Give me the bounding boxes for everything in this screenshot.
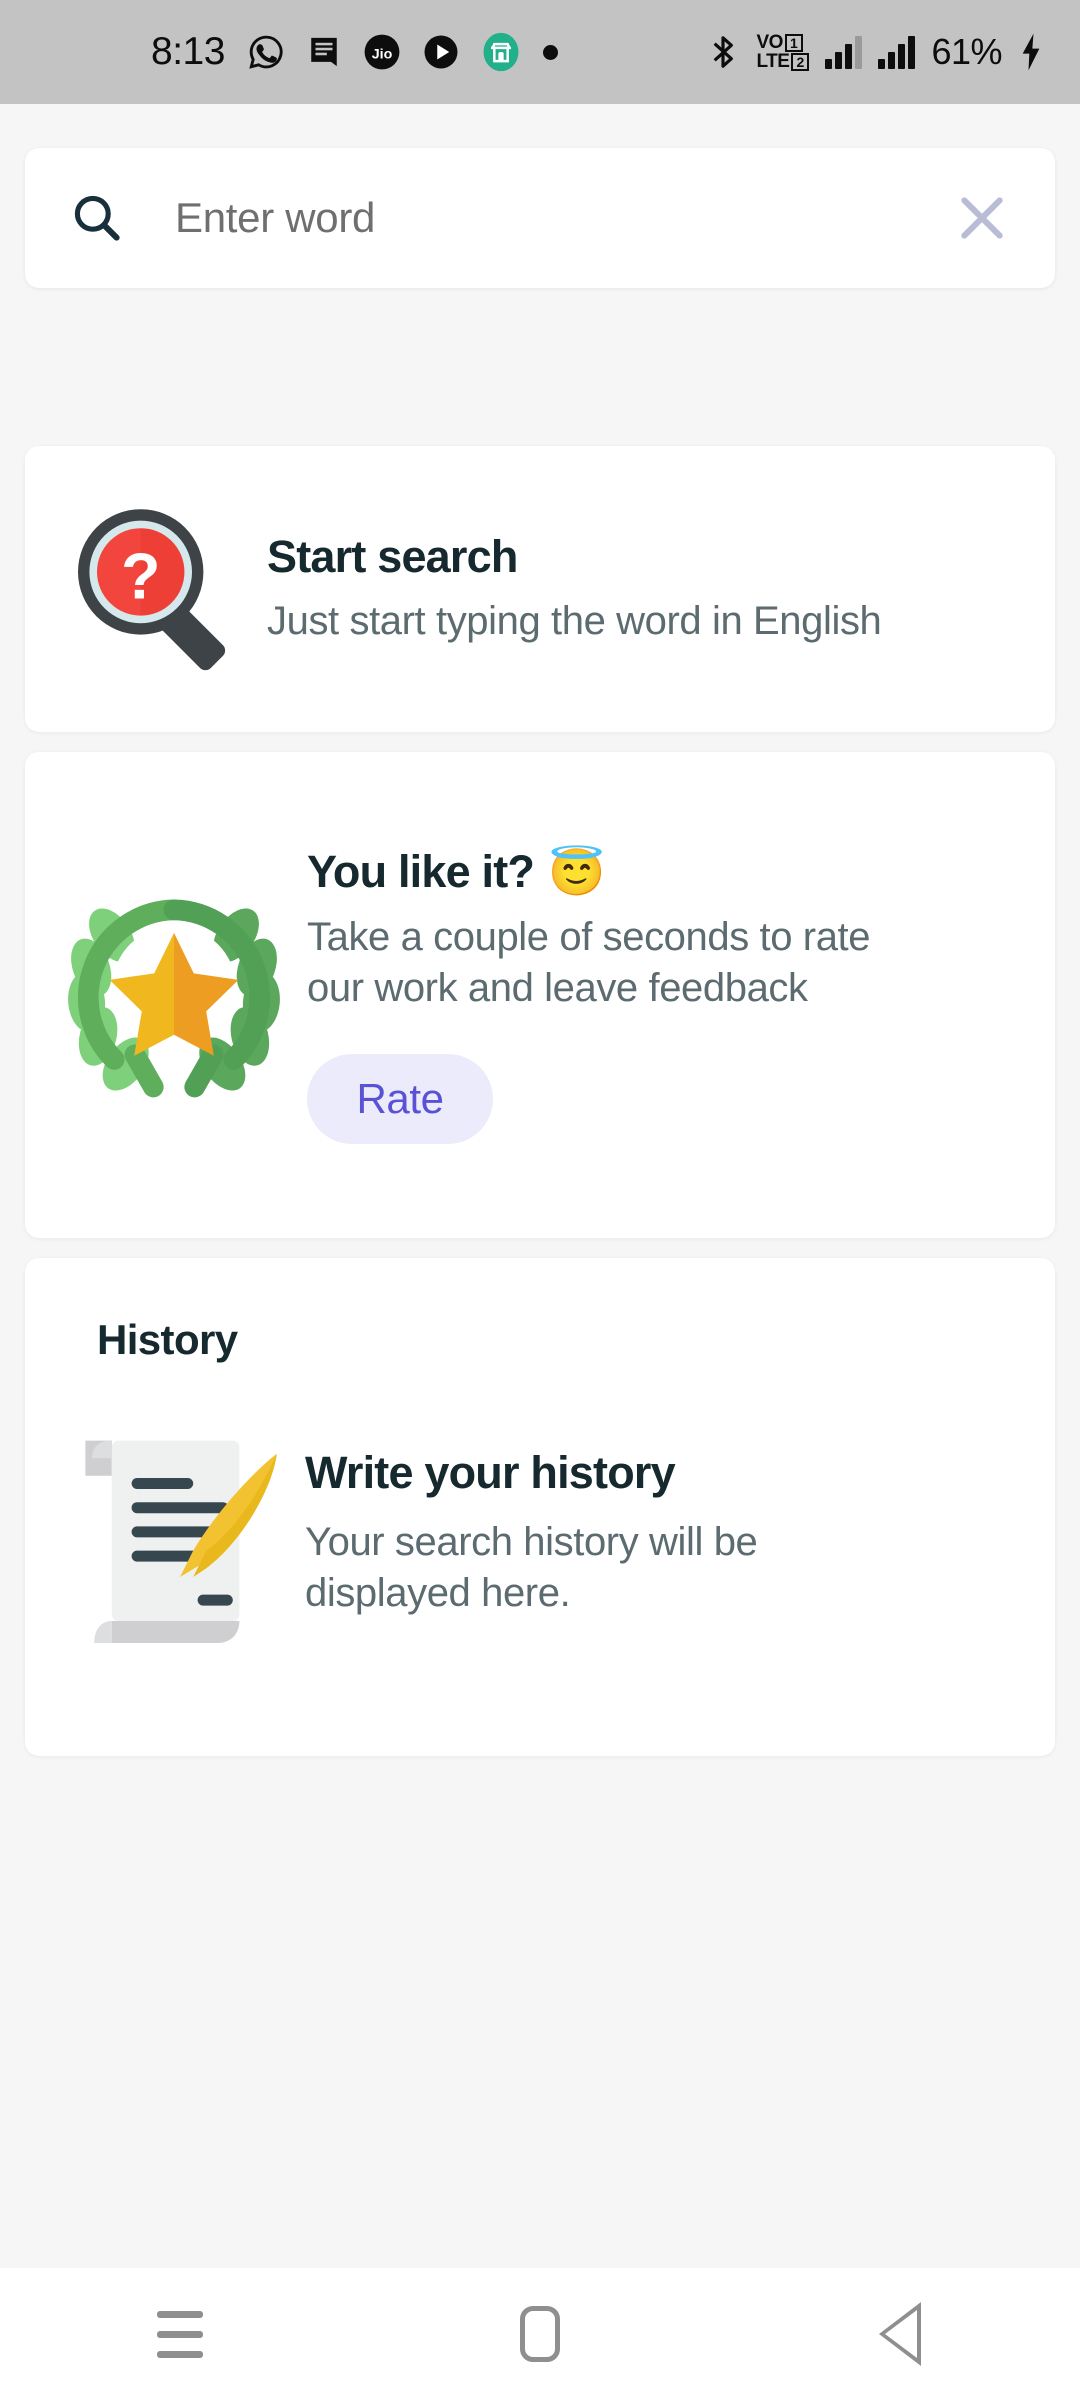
sim-slot-1: 1 [784,33,803,52]
status-bar-left: 8:13 Jio [151,30,558,74]
laurel-star-icon [68,899,280,1098]
rate-card[interactable]: You like it? 😇 Take a couple of seconds … [25,752,1055,1238]
svg-text:Jio: Jio [372,46,393,62]
android-nav-bar [0,2268,1080,2400]
history-card-subtitle: Your search history will be displayed he… [305,1519,758,1615]
dot-icon [542,44,558,60]
svg-text:?: ? [121,541,160,613]
message-icon [311,37,337,67]
signal-strength-sim1-icon [825,35,863,69]
scroll-quill-icon [85,1440,277,1643]
signal-strength-sim2-icon [878,35,916,69]
search-input[interactable]: Enter word [175,194,953,242]
history-card-title: Write your history [305,1446,676,1498]
search-bar[interactable]: Enter word [25,148,1055,288]
volte-label-top: VO [756,32,783,53]
angel-emoji-icon: 😇 [548,845,606,898]
home-icon [520,2306,560,2362]
rate-card-subtitle: Take a couple of seconds to rate our wor… [307,914,871,1010]
history-card[interactable]: History Write your history Your search h… [25,1258,1055,1756]
back-icon [879,2302,921,2366]
app-screen: 8:13 Jio VO 1 LTE 2 61% Enter word ? Sta… [0,0,1080,2400]
sim-slot-2: 2 [791,52,810,71]
history-heading: History [97,1316,238,1363]
home-button[interactable] [360,2268,720,2400]
status-bar-right: VO 1 LTE 2 61% [706,31,1044,73]
start-search-card[interactable]: ? Start search Just start typing the wor… [25,446,1055,732]
charging-bolt-icon [1022,33,1040,71]
whatsapp-icon [249,35,283,69]
play-icon [424,35,458,69]
start-search-title: Start search [267,530,518,582]
rate-card-title: You like it? [307,845,535,897]
store-icon [483,32,519,72]
bluetooth-icon [714,36,734,68]
recent-apps-button[interactable] [0,2268,360,2400]
status-bar: 8:13 Jio VO 1 LTE 2 61% [0,0,1080,104]
close-icon[interactable] [953,189,1011,247]
recent-apps-icon [157,2310,203,2358]
battery-percent-label: 61% [931,31,1002,72]
back-button[interactable] [720,2268,1080,2400]
volte-label-bottom: LTE [756,51,790,72]
search-icon[interactable] [69,190,125,246]
rate-button-label: Rate [356,1075,444,1123]
status-bar-clock: 8:13 [151,30,225,73]
magnifier-question-icon: ? [78,509,226,671]
rate-button[interactable]: Rate [307,1054,493,1145]
volte-indicator: VO 1 LTE 2 [756,32,810,72]
start-search-subtitle: Just start typing the word in English [267,599,882,644]
jio-icon: Jio [364,34,400,70]
